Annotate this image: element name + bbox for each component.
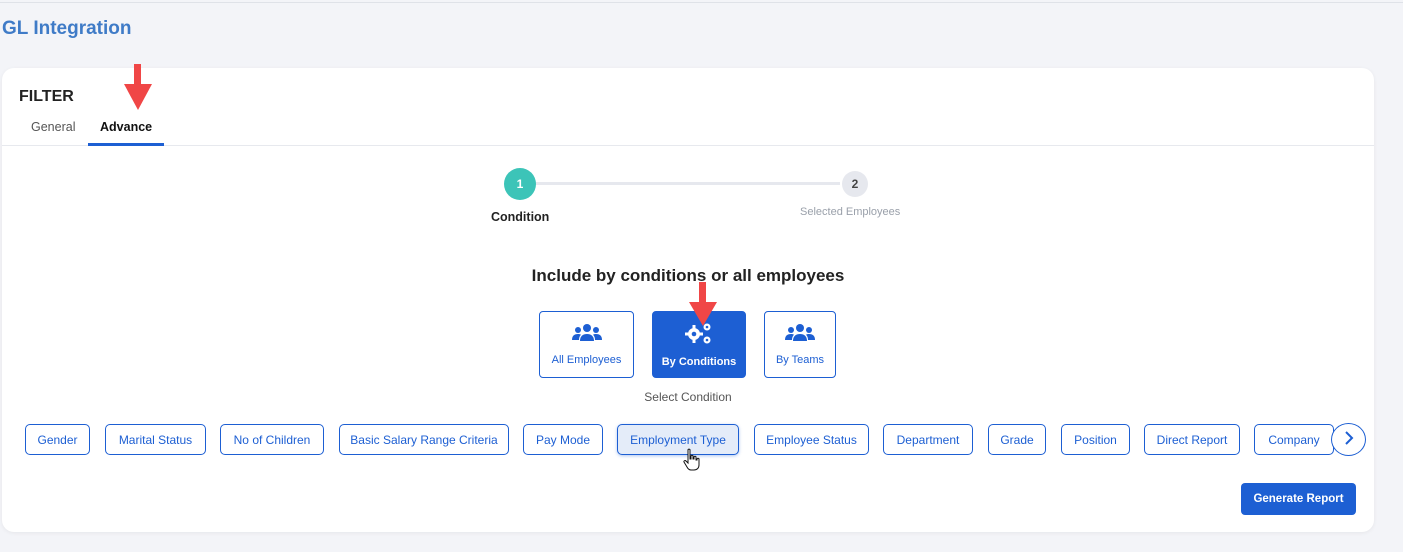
chevron-right-icon: [1343, 429, 1355, 450]
step-1-label: Condition: [491, 210, 550, 224]
condition-chip-employment-type[interactable]: Employment Type: [617, 424, 739, 455]
tab-advance[interactable]: Advance: [100, 120, 152, 134]
tab-general[interactable]: General: [31, 120, 75, 134]
stepper-track: [520, 182, 840, 185]
page-title: GL Integration: [2, 18, 132, 39]
active-tab-indicator: [88, 143, 164, 146]
hand-cursor-icon: [683, 448, 700, 471]
filter-title: FILTER: [19, 88, 74, 105]
step-2-label: Selected Employees: [800, 206, 901, 218]
condition-chip-direct-report[interactable]: Direct Report: [1144, 424, 1240, 455]
condition-chip-basic-salary-range[interactable]: Basic Salary Range Criteria: [339, 424, 509, 455]
top-divider: [0, 2, 1403, 3]
condition-chip-department[interactable]: Department: [883, 424, 973, 455]
all-employees-label: All Employees: [551, 354, 622, 366]
condition-chip-no-of-children[interactable]: No of Children: [220, 424, 324, 455]
generate-report-button[interactable]: Generate Report: [1241, 483, 1356, 515]
users-icon: [571, 323, 602, 348]
condition-chip-marital-status[interactable]: Marital Status: [105, 424, 206, 455]
step-1-circle: 1: [504, 168, 536, 200]
select-condition-label: Select Condition: [644, 390, 732, 404]
condition-chip-position[interactable]: Position: [1061, 424, 1130, 455]
tab-divider: [2, 145, 1374, 146]
annotation-arrow-icon: [124, 64, 152, 110]
condition-chip-employee-status[interactable]: Employee Status: [754, 424, 869, 455]
condition-chip-company[interactable]: Company: [1254, 424, 1334, 455]
users-icon: [785, 323, 815, 348]
all-employees-button[interactable]: All Employees: [539, 311, 634, 378]
by-teams-label: By Teams: [775, 354, 825, 366]
annotation-arrow-icon: [689, 282, 717, 326]
condition-chip-pay-mode[interactable]: Pay Mode: [523, 424, 603, 455]
condition-chip-grade[interactable]: Grade: [988, 424, 1046, 455]
by-conditions-label: By Conditions: [661, 356, 737, 368]
by-teams-button[interactable]: By Teams: [764, 311, 836, 378]
scroll-next-button[interactable]: [1331, 423, 1366, 456]
condition-chip-gender[interactable]: Gender: [25, 424, 90, 455]
step-2-circle: 2: [842, 171, 868, 197]
